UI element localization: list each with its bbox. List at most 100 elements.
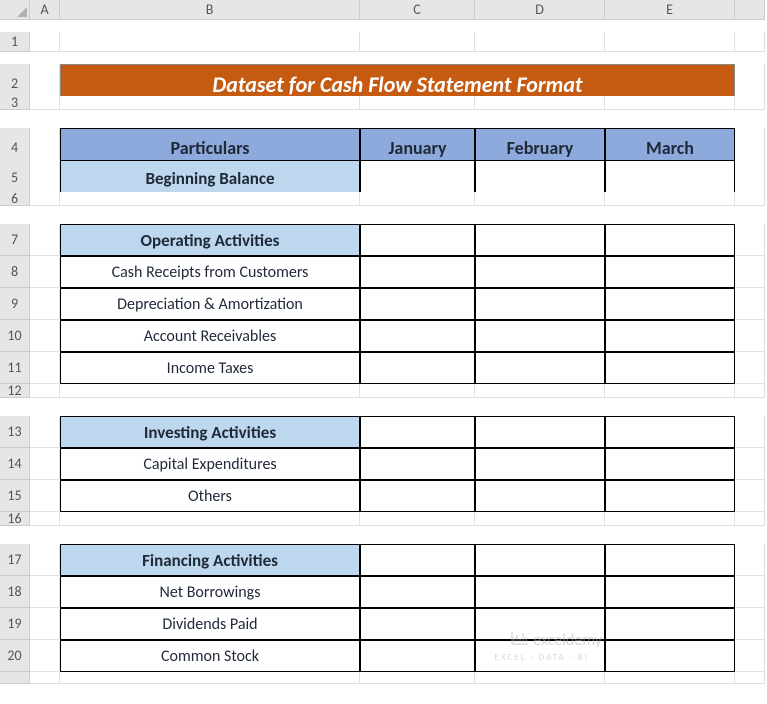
cell-a9[interactable]	[30, 288, 60, 320]
cell-e12[interactable]	[605, 384, 735, 398]
item-account-recv[interactable]: Account Receivables	[60, 320, 360, 352]
section-financing[interactable]: Financing Activities	[60, 544, 360, 576]
cell-d8[interactable]	[475, 256, 605, 288]
cell-d17[interactable]	[475, 544, 605, 576]
row-header-11[interactable]: 11	[0, 352, 30, 384]
cell-c7[interactable]	[360, 224, 475, 256]
item-others[interactable]: Others	[60, 480, 360, 512]
cell-a16[interactable]	[30, 512, 60, 526]
cell-b3[interactable]	[60, 96, 360, 110]
cell-c19[interactable]	[360, 608, 475, 640]
cell-b1[interactable]	[60, 32, 360, 52]
row-header-15[interactable]: 15	[0, 480, 30, 512]
cell-c17[interactable]	[360, 544, 475, 576]
cell-e6[interactable]	[605, 192, 735, 206]
cell-d19[interactable]	[475, 608, 605, 640]
cell-e11[interactable]	[605, 352, 735, 384]
cell-d9[interactable]	[475, 288, 605, 320]
cell-c9[interactable]	[360, 288, 475, 320]
cell-a7[interactable]	[30, 224, 60, 256]
row-header-21[interactable]	[0, 672, 30, 684]
cell-c11[interactable]	[360, 352, 475, 384]
item-depreciation[interactable]: Depreciation & Amortization	[60, 288, 360, 320]
cell-e3[interactable]	[605, 96, 735, 110]
item-dividends[interactable]: Dividends Paid	[60, 608, 360, 640]
cell-a8[interactable]	[30, 256, 60, 288]
cell-b16[interactable]	[60, 512, 360, 526]
cell-a12[interactable]	[30, 384, 60, 398]
cell-e20[interactable]	[605, 640, 735, 672]
cell-d12[interactable]	[475, 384, 605, 398]
cell-c6[interactable]	[360, 192, 475, 206]
cell-c21[interactable]	[360, 672, 475, 684]
cell-a21[interactable]	[30, 672, 60, 684]
item-income-tax[interactable]: Income Taxes	[60, 352, 360, 384]
row-header-6[interactable]: 6	[0, 192, 30, 206]
cell-c14[interactable]	[360, 448, 475, 480]
cell-e8[interactable]	[605, 256, 735, 288]
cell-c3[interactable]	[360, 96, 475, 110]
cell-d6[interactable]	[475, 192, 605, 206]
row-header-17[interactable]: 17	[0, 544, 30, 576]
cell-e13[interactable]	[605, 416, 735, 448]
cell-e14[interactable]	[605, 448, 735, 480]
cell-c20[interactable]	[360, 640, 475, 672]
cell-a20[interactable]	[30, 640, 60, 672]
cell-d16[interactable]	[475, 512, 605, 526]
row-header-19[interactable]: 19	[0, 608, 30, 640]
cell-a17[interactable]	[30, 544, 60, 576]
item-common-stock[interactable]: Common Stock	[60, 640, 360, 672]
cell-a5[interactable]	[30, 160, 60, 196]
cell-d10[interactable]	[475, 320, 605, 352]
cell-e17[interactable]	[605, 544, 735, 576]
cell-d1[interactable]	[475, 32, 605, 52]
item-net-borrow[interactable]: Net Borrowings	[60, 576, 360, 608]
row-header-1[interactable]: 1	[0, 32, 30, 52]
cell-d20[interactable]	[475, 640, 605, 672]
cell-b12[interactable]	[60, 384, 360, 398]
cell-a14[interactable]	[30, 448, 60, 480]
cell-c18[interactable]	[360, 576, 475, 608]
cell-e10[interactable]	[605, 320, 735, 352]
cell-c10[interactable]	[360, 320, 475, 352]
cell-e15[interactable]	[605, 480, 735, 512]
col-header-d[interactable]: D	[475, 0, 605, 20]
select-all-corner[interactable]	[0, 0, 30, 20]
cell-c12[interactable]	[360, 384, 475, 398]
cell-c15[interactable]	[360, 480, 475, 512]
cell-a1[interactable]	[30, 32, 60, 52]
cell-a10[interactable]	[30, 320, 60, 352]
cell-d15[interactable]	[475, 480, 605, 512]
cell-d14[interactable]	[475, 448, 605, 480]
cell-c5[interactable]	[360, 160, 475, 196]
row-header-20[interactable]: 20	[0, 640, 30, 672]
cell-d5[interactable]	[475, 160, 605, 196]
cell-d13[interactable]	[475, 416, 605, 448]
cell-c1[interactable]	[360, 32, 475, 52]
cell-a13[interactable]	[30, 416, 60, 448]
col-header-a[interactable]: A	[30, 0, 60, 20]
cell-e5[interactable]	[605, 160, 735, 196]
cell-a11[interactable]	[30, 352, 60, 384]
cell-e21[interactable]	[605, 672, 735, 684]
col-header-e[interactable]: E	[605, 0, 735, 20]
item-cash-receipts[interactable]: Cash Receipts from Customers	[60, 256, 360, 288]
cell-a6[interactable]	[30, 192, 60, 206]
cell-b21[interactable]	[60, 672, 360, 684]
cell-e18[interactable]	[605, 576, 735, 608]
cell-e16[interactable]	[605, 512, 735, 526]
section-beginning[interactable]: Beginning Balance	[60, 160, 360, 196]
cell-c16[interactable]	[360, 512, 475, 526]
cell-a19[interactable]	[30, 608, 60, 640]
cell-e1[interactable]	[605, 32, 735, 52]
row-header-7[interactable]: 7	[0, 224, 30, 256]
cell-e19[interactable]	[605, 608, 735, 640]
cell-a15[interactable]	[30, 480, 60, 512]
cell-e7[interactable]	[605, 224, 735, 256]
row-header-13[interactable]: 13	[0, 416, 30, 448]
section-investing[interactable]: Investing Activities	[60, 416, 360, 448]
cell-a3[interactable]	[30, 96, 60, 110]
cell-b6[interactable]	[60, 192, 360, 206]
row-header-16[interactable]: 16	[0, 512, 30, 526]
cell-d18[interactable]	[475, 576, 605, 608]
